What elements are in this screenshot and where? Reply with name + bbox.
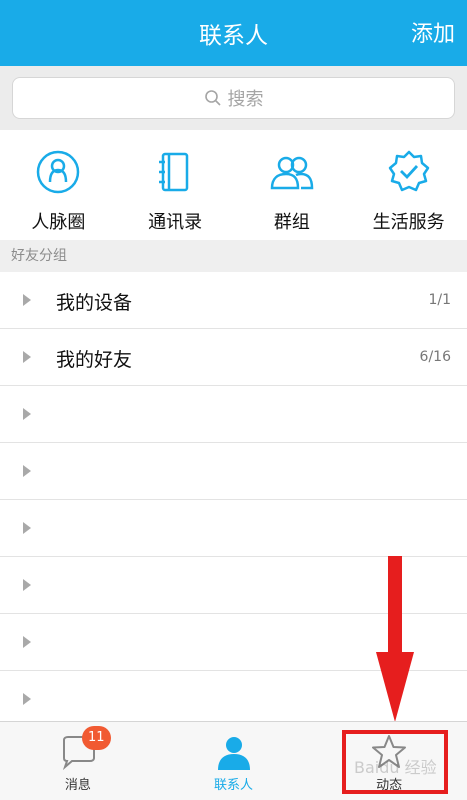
quick-item-label: 人脉圈 (31, 212, 86, 233)
quick-item-label: 通讯录 (148, 212, 203, 233)
quick-access-row: 人脉圈 通讯录 群组 生活服务 (0, 130, 467, 240)
search-area: 搜索 (0, 66, 467, 130)
group-name: 我的好友 (56, 349, 133, 371)
expand-triangle-icon (23, 522, 31, 534)
page-title: 联系人 (199, 23, 268, 49)
person-icon (217, 737, 250, 770)
search-placeholder: 搜索 (227, 89, 264, 110)
group-row[interactable] (0, 500, 467, 557)
title-bar: 联系人 添加 (0, 0, 467, 66)
expand-triangle-icon (23, 351, 31, 363)
expand-triangle-icon (23, 693, 31, 705)
group-count: 6/16 (419, 349, 451, 365)
verified-badge-icon (388, 150, 429, 192)
quick-item-renmaiquan[interactable]: 人脉圈 (0, 130, 117, 240)
unread-badge: 11 (82, 726, 111, 750)
expand-triangle-icon (23, 465, 31, 477)
quick-item-label: 生活服务 (372, 212, 445, 233)
red-arrow-annotation (376, 556, 414, 722)
quick-item-address-book[interactable]: 通讯录 (117, 130, 234, 240)
address-book-icon (159, 152, 189, 192)
group-row[interactable] (0, 443, 467, 500)
expand-triangle-icon (23, 636, 31, 648)
group-icon (270, 156, 314, 190)
tab-label: 联系人 (214, 778, 254, 793)
tab-contacts[interactable]: 联系人 (156, 722, 312, 800)
tab-label: 消息 (64, 778, 91, 793)
group-row-my-friends[interactable]: 我的好友 6/16 (0, 329, 467, 386)
expand-triangle-icon (23, 408, 31, 420)
expand-triangle-icon (23, 579, 31, 591)
group-row-my-devices[interactable]: 我的设备 1/1 (0, 272, 467, 329)
quick-item-life-services[interactable]: 生活服务 (350, 130, 467, 240)
section-header: 好友分组 (0, 240, 467, 272)
search-input[interactable]: 搜索 (12, 77, 455, 119)
search-icon (204, 90, 221, 106)
group-count: 1/1 (428, 292, 451, 308)
tab-messages[interactable]: 11 消息 (0, 722, 156, 800)
expand-triangle-icon (23, 294, 31, 306)
group-row[interactable] (0, 386, 467, 443)
quick-item-label: 群组 (273, 212, 310, 233)
contacts-circle-icon (37, 150, 80, 194)
add-button[interactable]: 添加 (411, 16, 455, 48)
group-name: 我的设备 (56, 292, 133, 314)
watermark: Baidu 经验 (354, 758, 437, 777)
quick-item-groups[interactable]: 群组 (234, 130, 351, 240)
